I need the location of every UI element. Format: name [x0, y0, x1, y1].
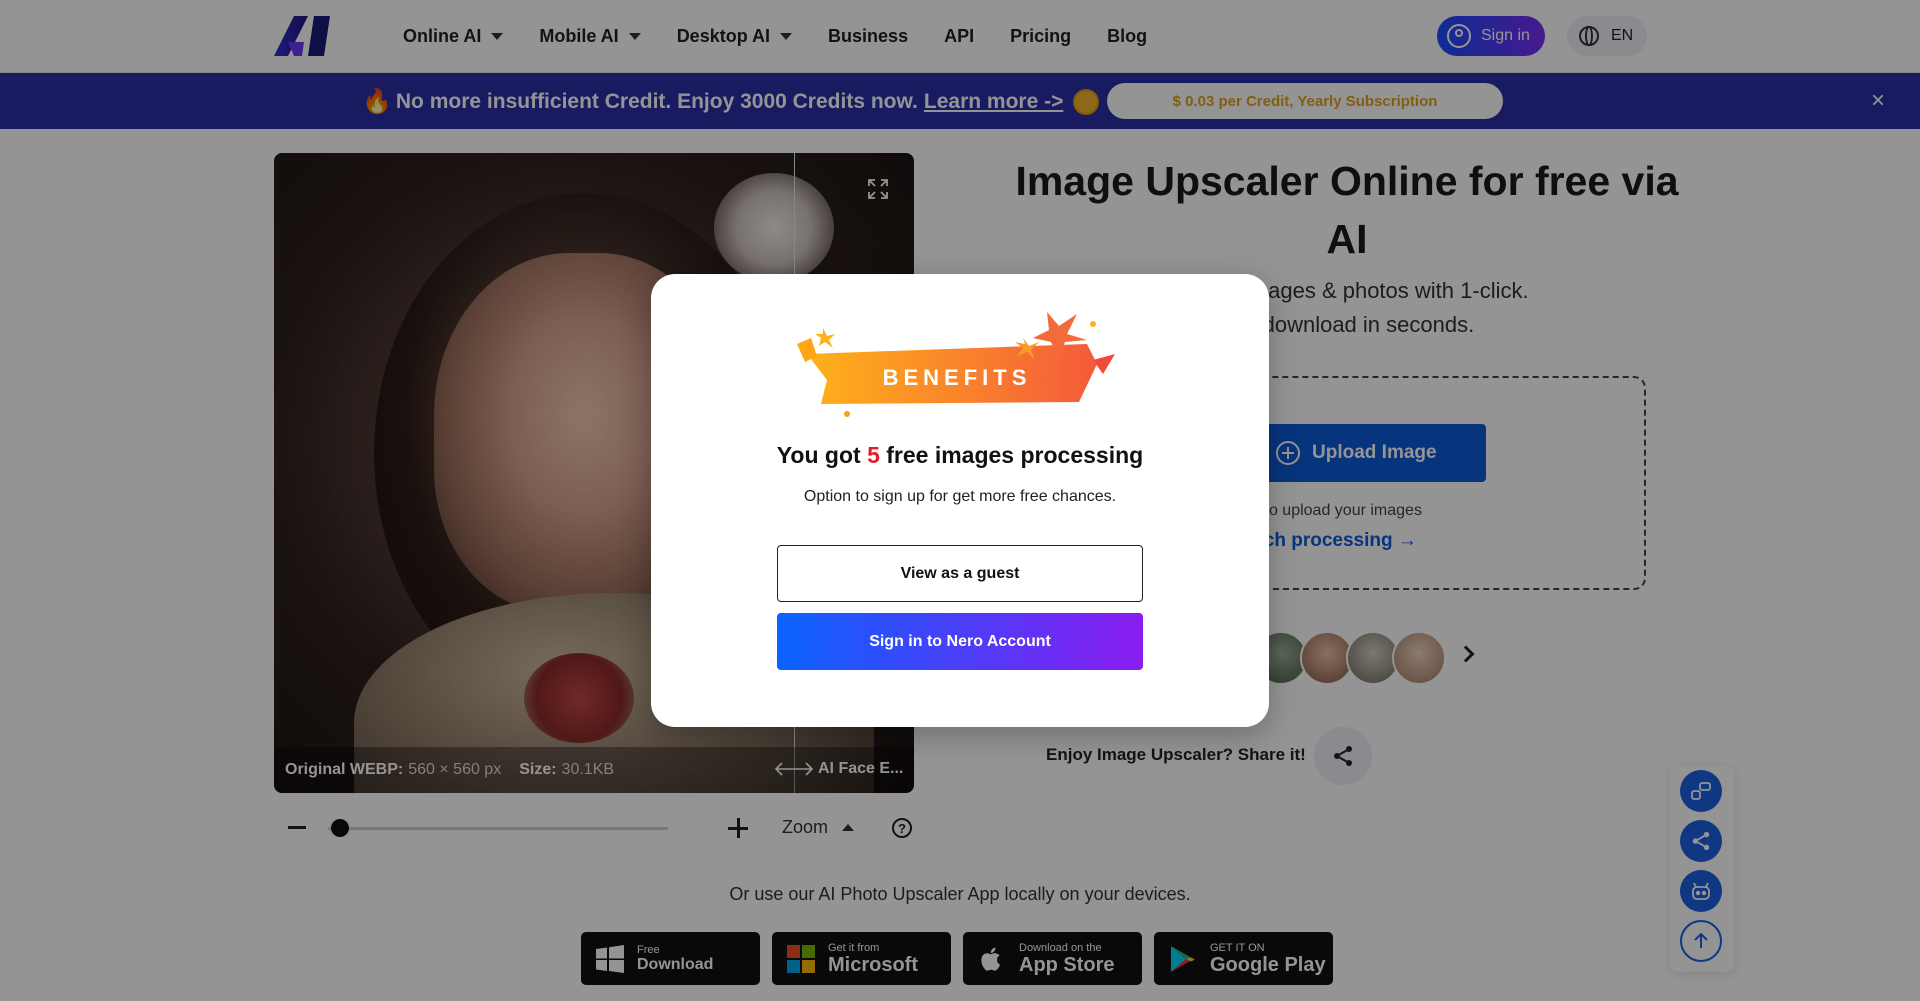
sign-in-nero-button[interactable]: Sign in to Nero Account: [777, 613, 1143, 670]
benefits-banner: BENEFITS: [797, 312, 1115, 417]
benefits-banner-label: BENEFITS: [883, 365, 1032, 390]
view-as-guest-button[interactable]: View as a guest: [777, 545, 1143, 602]
modal-subtitle: Option to sign up for get more free chan…: [803, 488, 1117, 505]
free-count: 5: [867, 442, 880, 468]
modal-title: You got 5 free images processing: [651, 442, 1269, 469]
modal-title-suffix: free images processing: [879, 442, 1144, 468]
modal-title-prefix: You got: [776, 442, 868, 468]
benefits-modal: BENEFITS You got 5 free images processin…: [651, 274, 1269, 727]
